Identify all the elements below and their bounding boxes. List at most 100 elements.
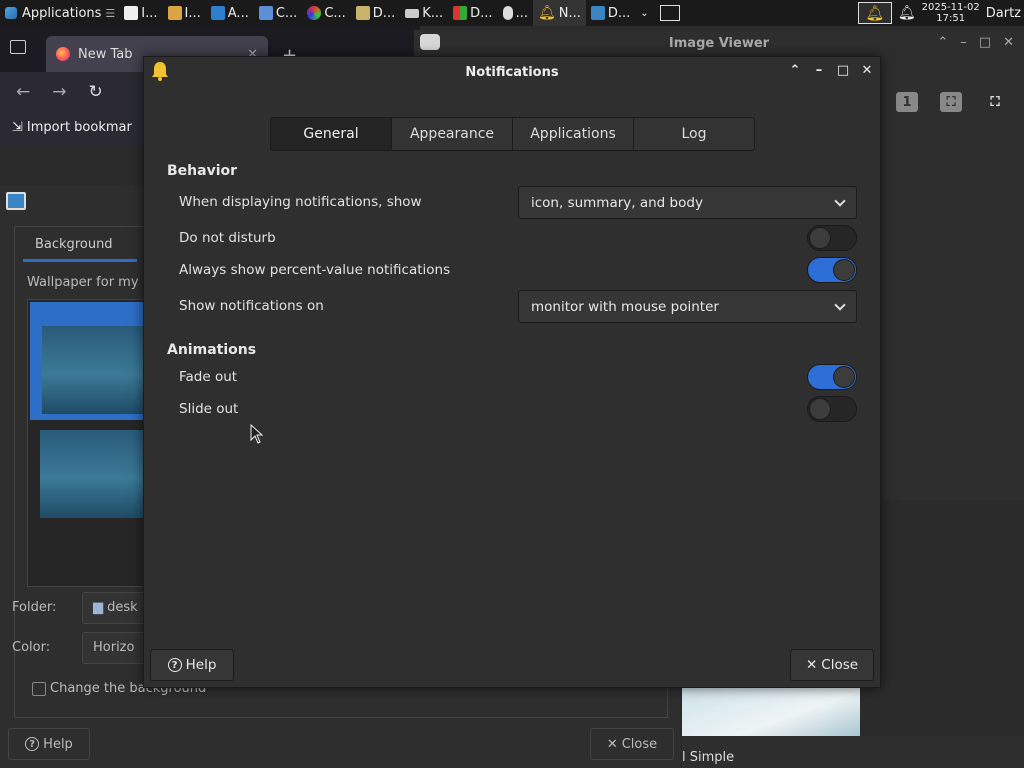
desktop-settings-icon <box>6 192 26 210</box>
system-tray: 🔔︎ 🔔︎ 2025-11-02 17:51 Dartz <box>857 0 1024 26</box>
switch-knob <box>833 259 855 281</box>
close-icon[interactable]: ✕ <box>860 63 874 78</box>
applications-label: Applications <box>22 5 102 21</box>
viewer-window-controls: ⌃ – □ ✕ <box>937 35 1014 50</box>
image-viewer-title: Image Viewer <box>668 35 770 51</box>
show-label: When displaying notifications, show <box>179 194 422 210</box>
folder-label: Folder: <box>12 600 57 615</box>
tab-general[interactable]: General <box>271 118 391 150</box>
viewer-bottom-label: l Simple <box>682 736 1024 768</box>
applications-menu-button[interactable]: Applications ☰ <box>0 0 119 26</box>
slide-out-label: Slide out <box>179 401 239 417</box>
tab-list-icon[interactable] <box>10 40 26 54</box>
maximize-icon[interactable]: □ <box>836 63 850 78</box>
viewer-toolbar: 1 ⛶ ⛶ <box>896 92 1006 112</box>
shade-icon[interactable]: ⌃ <box>788 63 802 78</box>
switch-knob <box>809 398 831 420</box>
show-on-label: Show notifications on <box>179 298 324 314</box>
chevron-down-icon <box>834 194 846 207</box>
fullscreen-icon[interactable]: ⛶ <box>984 92 1006 112</box>
taskbar-item-5[interactable]: C... <box>302 0 350 26</box>
fade-out-switch[interactable] <box>807 364 857 390</box>
zoom-100-button[interactable]: 1 <box>896 92 918 112</box>
show-content-combo[interactable]: icon, summary, and body <box>518 186 857 219</box>
workspace-switcher[interactable] <box>659 5 680 21</box>
tab-log[interactable]: Log <box>633 118 754 150</box>
import-bookmarks-link[interactable]: Import bookmar <box>27 120 132 135</box>
clock-date: 2025-11-02 <box>921 2 980 13</box>
wallpaper-label: Wallpaper for my <box>27 275 139 290</box>
image-viewer-app-icon <box>420 34 440 50</box>
display-icon <box>355 6 370 20</box>
close-icon: ✕ <box>805 657 818 673</box>
viewer-image-preview <box>682 688 860 736</box>
switch-knob <box>833 366 855 388</box>
minimize-icon[interactable]: – <box>812 63 826 78</box>
wallpaper-thumbnail-selected[interactable] <box>30 302 160 420</box>
reload-icon[interactable]: ↻ <box>89 82 103 102</box>
close-button[interactable]: ✕ Close <box>790 649 874 681</box>
taskbar-item-4[interactable]: C... <box>254 0 302 26</box>
help-icon: ? <box>25 737 40 751</box>
wallpaper-thumbnail[interactable] <box>40 430 150 520</box>
taskbar-item-9[interactable]: ... <box>498 0 533 26</box>
do-not-disturb-switch[interactable] <box>807 225 857 251</box>
clock-time: 17:51 <box>936 13 966 24</box>
minimize-icon[interactable]: – <box>960 35 967 50</box>
dialog-titlebar: Notifications ⌃ – □ ✕ <box>144 57 880 87</box>
taskbar-item-2[interactable]: I... <box>163 0 206 26</box>
taskbar-item-1[interactable]: I... <box>119 0 162 26</box>
tab-background[interactable]: Background <box>35 237 113 252</box>
bell-icon: 🔔︎ <box>865 4 885 22</box>
mouse-cursor-icon <box>250 424 264 444</box>
taskbar-item-3[interactable]: A... <box>206 0 254 26</box>
notification-tray-button[interactable]: 🔔︎ <box>857 2 892 24</box>
desktop-close-button[interactable]: ✕ Close <box>590 728 674 760</box>
taskbar-item-11[interactable]: D... <box>586 0 635 26</box>
percent-notifications-label: Always show percent-value notifications <box>179 262 451 278</box>
change-background-checkbox[interactable] <box>32 682 46 696</box>
mouse-icon <box>502 6 513 20</box>
desktop-help-button[interactable]: ? Help <box>8 728 90 760</box>
show-on-combo[interactable]: monitor with mouse pointer <box>518 290 857 323</box>
switch-knob <box>809 227 831 249</box>
taskbar-item-notifications[interactable]: 🔔︎ N... <box>532 0 586 26</box>
do-not-disturb-label: Do not disturb <box>179 230 276 246</box>
keyboard-icon <box>405 8 420 18</box>
clock[interactable]: 2025-11-02 17:51 <box>922 2 980 24</box>
shade-icon[interactable]: ⌃ <box>937 35 948 50</box>
firefox-icon <box>56 47 70 61</box>
user-name[interactable]: Dartz <box>986 6 1021 21</box>
taskbar-item-7[interactable]: K... <box>400 0 448 26</box>
notification-bell-icon[interactable]: 🔔︎ <box>898 5 916 21</box>
color-icon <box>307 6 322 20</box>
dialog-window-controls: ⌃ – □ ✕ <box>788 63 874 78</box>
zoom-fit-icon[interactable]: ⛶ <box>940 92 962 112</box>
maximize-icon[interactable]: □ <box>979 35 991 50</box>
tab-appearance[interactable]: Appearance <box>391 118 512 150</box>
monitor-icon <box>590 6 605 20</box>
tab-applications[interactable]: Applications <box>512 118 633 150</box>
taskbar-item-8[interactable]: D... <box>448 0 497 26</box>
help-icon: ? <box>167 658 182 672</box>
image-viewer-icon <box>167 6 182 20</box>
import-icon: ⇲ <box>12 119 23 135</box>
back-icon[interactable]: ← <box>16 82 30 102</box>
taskbar-item-6[interactable]: D... <box>351 0 400 26</box>
taskbar-overflow-button[interactable]: ⌄ <box>635 0 653 26</box>
chevron-down-icon: ⌄ <box>640 7 649 19</box>
browser-tab-title: New Tab <box>78 46 133 62</box>
percent-notifications-switch[interactable] <box>807 257 857 283</box>
dialog-title: Notifications <box>465 64 559 80</box>
forward-icon[interactable]: → <box>52 82 66 102</box>
behavior-heading: Behavior <box>167 163 238 179</box>
help-button[interactable]: ? Help <box>150 649 234 681</box>
notifications-dialog: Notifications ⌃ – □ ✕ General Appearance… <box>143 56 881 688</box>
fade-out-label: Fade out <box>179 369 238 385</box>
tab-background-indicator <box>23 259 137 262</box>
top-panel: Applications ☰ I... I... A... C... C... … <box>0 0 1024 26</box>
slide-out-switch[interactable] <box>807 396 857 422</box>
close-icon[interactable]: ✕ <box>1003 35 1014 50</box>
document-icon <box>124 6 139 20</box>
folder-icon: ▆ <box>93 600 103 615</box>
